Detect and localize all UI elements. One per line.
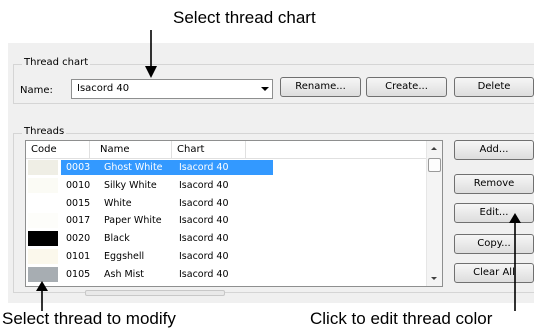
table-row[interactable]: 0020 Black Isacord 40 xyxy=(26,231,428,247)
thread-code: 0015 xyxy=(66,197,91,209)
scroll-down-icon[interactable] xyxy=(431,277,437,280)
table-row[interactable]: 0010 Silky White Isacord 40 xyxy=(26,177,428,193)
threads-legend: Threads xyxy=(22,126,67,137)
table-row[interactable]: 0017 Paper White Isacord 40 xyxy=(26,213,428,229)
create-button[interactable]: Create... xyxy=(366,77,447,97)
clear-all-button[interactable]: Clear All xyxy=(454,263,534,283)
delete-button[interactable]: Delete xyxy=(454,77,534,97)
table-row[interactable]: 0105 Ash Mist Isacord 40 xyxy=(26,266,428,282)
callout-select-thread-to-modify: Select thread to modify xyxy=(2,309,176,328)
thread-name: Eggshell xyxy=(104,251,145,262)
thread-name: Paper White xyxy=(104,215,162,227)
thread-name: Black xyxy=(104,233,130,245)
callout-select-thread-chart: Select thread chart xyxy=(173,8,316,27)
rename-button[interactable]: Rename... xyxy=(280,77,361,97)
callout-edit-thread-color: Click to edit thread color xyxy=(310,309,493,328)
horizontal-scrollbar[interactable] xyxy=(85,290,225,296)
thread-code: 0101 xyxy=(66,251,91,262)
thread-code: 0105 xyxy=(66,268,91,280)
callout-arrow-thread xyxy=(36,281,48,311)
thread-chart: Isacord 40 xyxy=(179,215,229,227)
chevron-down-icon[interactable] xyxy=(261,87,269,91)
remove-button[interactable]: Remove xyxy=(454,174,534,194)
thread-name: Silky White xyxy=(104,179,157,191)
add-button[interactable]: Add... xyxy=(454,140,534,160)
thread-code: 0010 xyxy=(66,179,91,191)
thread-chart-select[interactable]: Isacord 40 xyxy=(71,79,273,99)
scrollbar-thumb[interactable] xyxy=(428,158,441,172)
thread-code: 0003 xyxy=(66,162,91,173)
thread-chart-legend: Thread chart xyxy=(22,57,91,68)
column-header-chart[interactable]: Chart xyxy=(172,141,246,159)
table-row[interactable]: 0101 Eggshell Isacord 40 xyxy=(26,249,428,264)
scroll-up-icon[interactable] xyxy=(431,147,437,150)
color-swatch xyxy=(28,213,58,229)
thread-chart: Isacord 40 xyxy=(179,268,229,280)
color-swatch xyxy=(28,160,58,175)
thread-code: 0020 xyxy=(66,233,91,245)
thread-chart: Isacord 40 xyxy=(179,251,229,262)
column-header-code[interactable]: Code xyxy=(26,141,90,159)
color-swatch xyxy=(28,231,58,247)
thread-chart: Isacord 40 xyxy=(179,179,229,191)
thread-chart: Isacord 40 xyxy=(179,233,229,245)
thread-chart: Isacord 40 xyxy=(179,197,229,209)
thread-chart: Isacord 40 xyxy=(179,162,229,173)
column-header-name[interactable]: Name xyxy=(90,141,172,159)
table-row[interactable]: 0003 Ghost White Isacord 40 xyxy=(26,160,428,175)
selection-highlight xyxy=(61,160,273,175)
color-swatch xyxy=(28,249,58,264)
vertical-scrollbar[interactable] xyxy=(426,141,442,286)
thread-name: White xyxy=(104,197,132,209)
edit-button[interactable]: Edit... xyxy=(454,203,534,223)
thread-code: 0017 xyxy=(66,215,91,227)
name-label: Name: xyxy=(20,85,53,96)
copy-button[interactable]: Copy... xyxy=(454,234,534,254)
callout-arrow-chart xyxy=(145,30,157,78)
color-swatch xyxy=(28,195,58,211)
color-swatch xyxy=(28,177,58,193)
thread-name: Ash Mist xyxy=(104,268,144,280)
table-row[interactable]: 0015 White Isacord 40 xyxy=(26,195,428,211)
thread-name: Ghost White xyxy=(104,162,163,173)
thread-chart-select-value: Isacord 40 xyxy=(77,83,130,94)
threads-list-header: Code Name Chart xyxy=(26,141,428,159)
threads-list[interactable]: Code Name Chart 0003 Ghost White Isacord 4… xyxy=(25,140,443,287)
callout-arrow-edit xyxy=(509,213,521,311)
color-swatch xyxy=(28,266,58,282)
